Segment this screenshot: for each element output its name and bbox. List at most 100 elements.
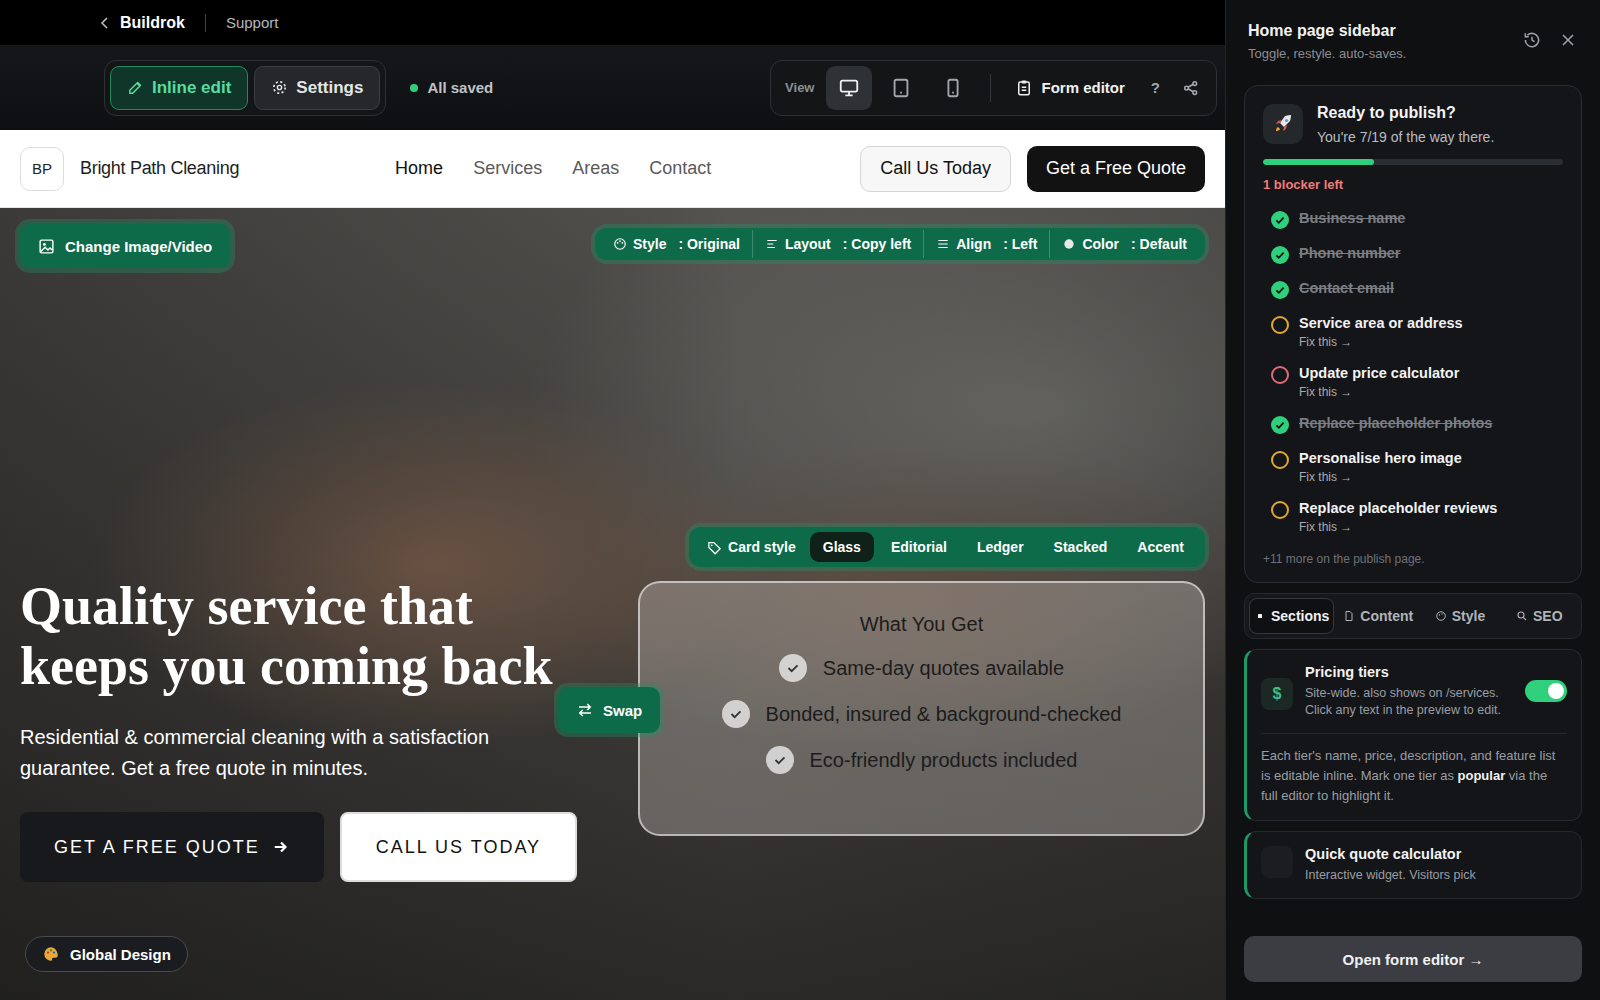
mode-button[interactable]: Settings — [254, 66, 380, 110]
checklist-label: Replace placeholder reviews — [1299, 500, 1497, 516]
checklist-item[interactable]: Business name — [1263, 202, 1563, 237]
checklist-item[interactable]: Replace placeholder reviews Fix this → — [1263, 492, 1563, 542]
support-link[interactable]: Support — [226, 14, 279, 31]
card-style-option[interactable]: Editorial — [878, 532, 960, 562]
separator — [205, 14, 206, 32]
nav-link[interactable]: Areas — [572, 158, 619, 179]
global-design-button[interactable]: Global Design — [25, 936, 188, 972]
checklist-item[interactable]: Personalise hero imageFix this → — [1263, 442, 1563, 492]
site-name[interactable]: Bright Path Cleaning — [80, 158, 239, 179]
blocker-count: 1 blocker left — [1263, 177, 1563, 192]
card-item-text: Eco-friendly products included — [810, 749, 1078, 772]
checklist-item[interactable]: Update price calculatorFix this → — [1263, 357, 1563, 407]
note-emphasis: popular — [1458, 768, 1506, 783]
search-icon — [1516, 610, 1528, 622]
change-media-button[interactable]: Change Image/Video — [20, 224, 230, 268]
help-button[interactable]: ? — [1141, 68, 1170, 108]
fix-link[interactable]: Fix this → — [1299, 335, 1463, 349]
palette-icon — [613, 237, 627, 251]
control-label: Color — [1082, 236, 1119, 252]
section-card: $Pricing tiersSite-wide. also shows on /… — [1244, 649, 1582, 821]
editor-main: Buildrok Support Inline editSettings All sa… — [0, 0, 1225, 1000]
sidebar-tab[interactable]: SEO — [1502, 598, 1577, 634]
change-media-label: Change Image/Video — [65, 238, 212, 255]
card-item[interactable]: Same-day quotes available — [779, 654, 1064, 682]
divider — [990, 74, 991, 102]
swap-button[interactable]: Swap — [558, 687, 660, 733]
hero-subtext[interactable]: Residential & commercial cleaning with a… — [20, 722, 570, 784]
form-editor-button[interactable]: Form editor — [1005, 68, 1134, 108]
toolbar: Inline editSettingsAll savedViewForm edi… — [0, 45, 1225, 130]
section-control[interactable]: Align: Left — [924, 230, 1050, 258]
checklist-label: Contact email — [1299, 280, 1394, 296]
desktop-icon — [838, 77, 860, 99]
sidebar-titles: Home page sidebarToggle, restyle. auto-s… — [1248, 22, 1506, 61]
card-style-option[interactable]: Stacked — [1041, 532, 1121, 562]
status-icon — [1271, 316, 1289, 334]
status-icon — [1271, 281, 1289, 299]
fix-link[interactable]: Fix this → — [1299, 520, 1497, 534]
section-header: Quick quote calculatorInteractive widget… — [1261, 846, 1567, 884]
checklist-item[interactable]: Service area or address Fix this → — [1263, 307, 1563, 357]
sidebar-tab[interactable]: Style — [1422, 598, 1497, 634]
card-title[interactable]: What You Get — [860, 613, 983, 636]
status-icon — [1271, 451, 1289, 469]
mobile-icon — [942, 77, 964, 99]
fix-link[interactable]: Fix this → — [1299, 385, 1459, 399]
card-style-option[interactable]: Accent — [1124, 532, 1197, 562]
section-texts: Pricing tiersSite-wide. also shows on /s… — [1305, 664, 1513, 719]
card-item[interactable]: Eco-friendly products included — [766, 746, 1078, 774]
publish-progress — [1263, 159, 1563, 165]
nav-link[interactable]: Services — [473, 158, 542, 179]
card-style-option[interactable]: Glass — [810, 532, 874, 562]
brand-link[interactable]: Buildrok — [120, 14, 185, 32]
close-icon[interactable] — [1558, 30, 1578, 50]
rocket-icon — [1263, 104, 1303, 144]
section-description: Interactive widget. Visitors pick — [1305, 867, 1567, 884]
sidebar-tab[interactable]: Sections — [1249, 598, 1334, 634]
checklist-item[interactable]: Phone number — [1263, 237, 1563, 272]
nav-link[interactable]: Contact — [649, 158, 711, 179]
status-text: All saved — [427, 79, 493, 96]
checklist-item[interactable]: Replace placeholder photos — [1263, 407, 1563, 442]
section-control[interactable]: Style: Original — [601, 230, 753, 258]
primary-cta[interactable]: GET A FREE QUOTE — [20, 812, 324, 882]
tab-label: Sections — [1271, 608, 1329, 624]
checklist-item[interactable]: Contact email — [1263, 272, 1563, 307]
checklist-text: Contact email — [1299, 280, 1394, 296]
device-button[interactable] — [930, 66, 976, 110]
sidebar-tab[interactable]: Content — [1338, 598, 1418, 634]
card-item-text: Same-day quotes available — [823, 657, 1064, 680]
tab-label: Content — [1360, 608, 1413, 624]
control-value: : Original — [678, 236, 739, 252]
quote-button[interactable]: Get a Free Quote — [1027, 146, 1205, 192]
feature-card[interactable]: What You Get Same-day quotes available Bon… — [638, 581, 1205, 836]
card-style-option[interactable]: Ledger — [964, 532, 1037, 562]
nav-link[interactable]: Home — [395, 158, 443, 179]
arrow-icon — [272, 838, 290, 856]
secondary-cta[interactable]: CALL US TODAY — [340, 812, 577, 882]
fix-link[interactable]: Fix this → — [1299, 470, 1462, 484]
device-button[interactable] — [878, 66, 924, 110]
color-icon — [1062, 237, 1076, 251]
control-value: : Default — [1131, 236, 1187, 252]
checklist-label: Service area or address — [1299, 315, 1463, 331]
section-control[interactable]: Layout: Copy left — [753, 230, 924, 258]
section-control[interactable]: Color : Default — [1050, 230, 1199, 258]
card-item[interactable]: Bonded, insured & background-checked — [722, 700, 1122, 728]
back-chevron-icon[interactable] — [100, 15, 110, 31]
global-design-label: Global Design — [70, 946, 171, 963]
share-button[interactable] — [1176, 68, 1206, 108]
hero-headline[interactable]: Quality service that keeps you coming ba… — [20, 576, 610, 696]
progress-fill — [1263, 159, 1374, 165]
section-toggle[interactable] — [1525, 680, 1567, 702]
device-button[interactable] — [826, 66, 872, 110]
checklist-text: Replace placeholder reviews Fix this → — [1299, 500, 1497, 534]
history-icon[interactable] — [1522, 30, 1542, 50]
open-form-editor-button[interactable]: Open form editor → — [1244, 936, 1582, 982]
mode-button[interactable]: Inline edit — [110, 66, 248, 110]
call-button[interactable]: Call Us Today — [860, 146, 1011, 192]
checklist-text: Update price calculatorFix this → — [1299, 365, 1459, 399]
hero-side: Card styleGlassEditorialLedgerStackedAcc… — [638, 527, 1205, 836]
site-logo[interactable]: BP — [20, 147, 64, 191]
